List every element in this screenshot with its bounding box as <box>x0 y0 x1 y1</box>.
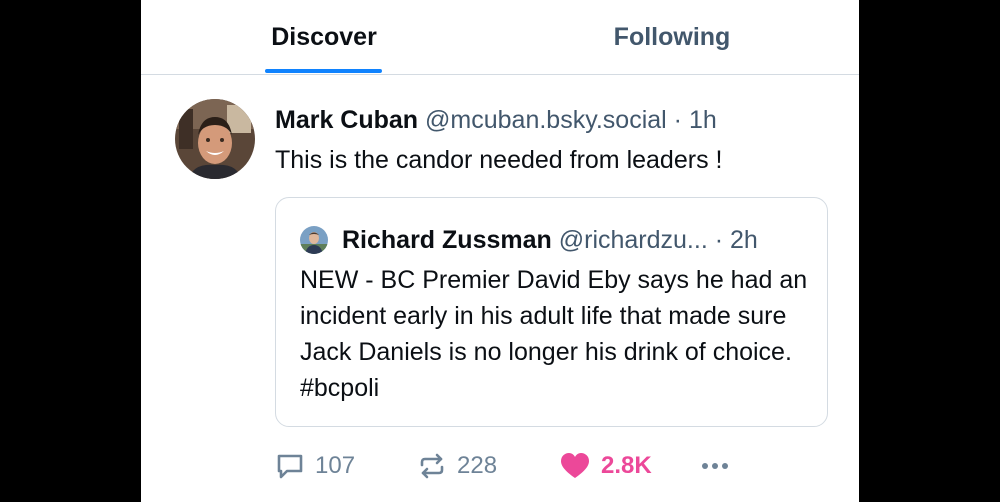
reply-button[interactable]: 107 <box>275 448 355 484</box>
feed-tab-bar: Discover Following <box>141 0 859 75</box>
post-text: This is the candor needed from leaders ! <box>275 146 723 174</box>
tab-discover[interactable]: Discover <box>266 0 382 74</box>
post-header: Mark Cuban @mcuban.bsky.social · 1h <box>275 102 717 138</box>
repost-arrows-icon <box>417 451 447 481</box>
reply-count: 107 <box>315 452 356 479</box>
repost-count: 228 <box>457 452 498 479</box>
header-separator: · <box>666 106 689 134</box>
quoted-header-separator: · <box>707 226 730 254</box>
post-actions: 107 228 2.8K <box>275 448 835 484</box>
quoted-author-handle: @richardzu... <box>558 226 708 254</box>
speech-bubble-icon <box>275 451 305 481</box>
quoted-post-header: Richard Zussman @richardzu... · 2h <box>342 222 758 258</box>
quoted-post-time: 2h <box>730 226 758 254</box>
tab-following[interactable]: Following <box>610 0 734 74</box>
app-screen: Discover Following Mark Cuban @mcuban.bs… <box>141 0 859 502</box>
post-time[interactable]: 1h <box>689 106 717 134</box>
quoted-author-name: Richard Zussman <box>342 226 552 254</box>
like-button[interactable]: 2.8K <box>559 448 652 484</box>
like-count: 2.8K <box>601 452 652 479</box>
ellipsis-icon <box>699 451 731 481</box>
more-options-button[interactable] <box>699 448 731 484</box>
author-name[interactable]: Mark Cuban <box>275 106 418 134</box>
heart-icon <box>559 451 591 481</box>
repost-button[interactable]: 228 <box>417 448 497 484</box>
quoted-post[interactable]: Richard Zussman @richardzu... · 2h NEW -… <box>275 197 828 427</box>
author-handle[interactable]: @mcuban.bsky.social <box>425 106 667 134</box>
active-tab-indicator <box>265 69 382 73</box>
quoted-author-avatar <box>300 226 328 254</box>
author-avatar[interactable] <box>175 99 255 179</box>
quoted-post-text: NEW - BC Premier David Eby says he had a… <box>300 266 808 402</box>
